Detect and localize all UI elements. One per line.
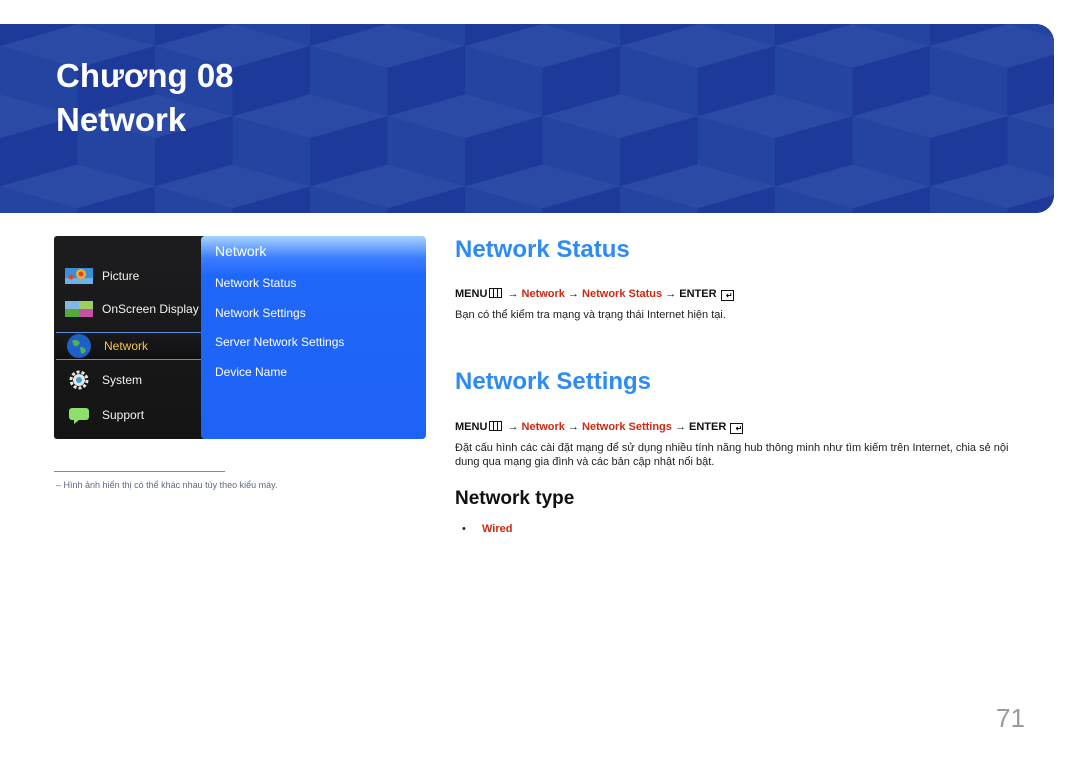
footnote: – Hình ảnh hiển thị có thể khác nhau tùy… bbox=[56, 480, 278, 490]
enter-label: ENTER bbox=[689, 421, 727, 433]
chapter-banner: Chương 08 Network bbox=[0, 24, 1054, 213]
section-heading-network-status: Network Status bbox=[455, 236, 630, 263]
path-step: Network Settings bbox=[582, 421, 672, 433]
section-heading-network-settings: Network Settings bbox=[455, 368, 652, 395]
submenu-item-server-network-settings: Server Network Settings bbox=[215, 335, 345, 349]
menu-item-support: Support bbox=[54, 402, 204, 428]
menu-label: MENU bbox=[455, 288, 488, 300]
submenu-item-network-settings: Network Settings bbox=[215, 306, 306, 320]
chapter-name: Network bbox=[56, 101, 187, 138]
menu-screenshot: Picture OnScreen Display Network System … bbox=[54, 236, 426, 439]
path-step: Network bbox=[521, 288, 565, 300]
menu-item-onscreen-display: OnScreen Display bbox=[54, 296, 204, 322]
chapter-title: Chương 08 Network bbox=[56, 54, 234, 142]
list-item: • Wired bbox=[462, 523, 512, 535]
arrow: → bbox=[674, 421, 686, 433]
onscreen-display-icon bbox=[64, 299, 94, 319]
arrow: → bbox=[665, 288, 677, 300]
footnote-dash: – bbox=[56, 480, 62, 490]
menu-label: MENU bbox=[455, 421, 488, 433]
menu-icon bbox=[489, 288, 503, 298]
path-step: Network bbox=[521, 421, 565, 433]
menu-path-network-status: MENU → Network → Network Status → ENTER ↵ bbox=[455, 288, 734, 301]
footnote-text: Hình ảnh hiển thị có thể khác nhau tùy t… bbox=[63, 480, 278, 490]
network-type-wired: Wired bbox=[482, 523, 513, 535]
submenu-title: Network bbox=[215, 243, 267, 259]
menu-path-network-settings: MENU → Network → Network Settings → ENTE… bbox=[455, 421, 744, 434]
section-description: Đặt cấu hình các cài đặt mạng để sử dụng… bbox=[455, 442, 1009, 468]
network-submenu-panel: Network Network Status Network Settings … bbox=[201, 236, 426, 439]
menu-item-system: System bbox=[54, 367, 204, 393]
arrow: → bbox=[567, 421, 579, 433]
arrow: → bbox=[567, 288, 579, 300]
menu-icon bbox=[489, 421, 503, 431]
page-number: 71 bbox=[996, 703, 1025, 733]
chapter-number: Chương 08 bbox=[56, 57, 234, 94]
footnote-divider bbox=[54, 471, 225, 472]
menu-item-picture: Picture bbox=[54, 263, 204, 289]
main-menu-panel: Picture OnScreen Display Network System … bbox=[54, 236, 204, 439]
enter-icon: ↵ bbox=[720, 290, 734, 301]
network-type-heading: Network type bbox=[455, 488, 575, 509]
globe-icon bbox=[64, 334, 94, 358]
menu-item-network: Network bbox=[56, 332, 202, 360]
submenu-item-device-name: Device Name bbox=[215, 365, 288, 379]
picture-icon bbox=[64, 266, 94, 286]
speech-bubble-icon bbox=[64, 405, 94, 425]
bullet-dot: • bbox=[462, 523, 466, 535]
path-step: Network Status bbox=[582, 288, 663, 300]
gear-icon bbox=[64, 370, 94, 390]
arrow: → bbox=[507, 288, 519, 300]
enter-label: ENTER bbox=[679, 288, 717, 300]
submenu-item-network-status: Network Status bbox=[215, 276, 297, 290]
enter-icon: ↵ bbox=[730, 423, 744, 434]
section-description: Bạn có thể kiểm tra mạng và trạng thái I… bbox=[455, 309, 726, 321]
arrow: → bbox=[507, 421, 519, 433]
